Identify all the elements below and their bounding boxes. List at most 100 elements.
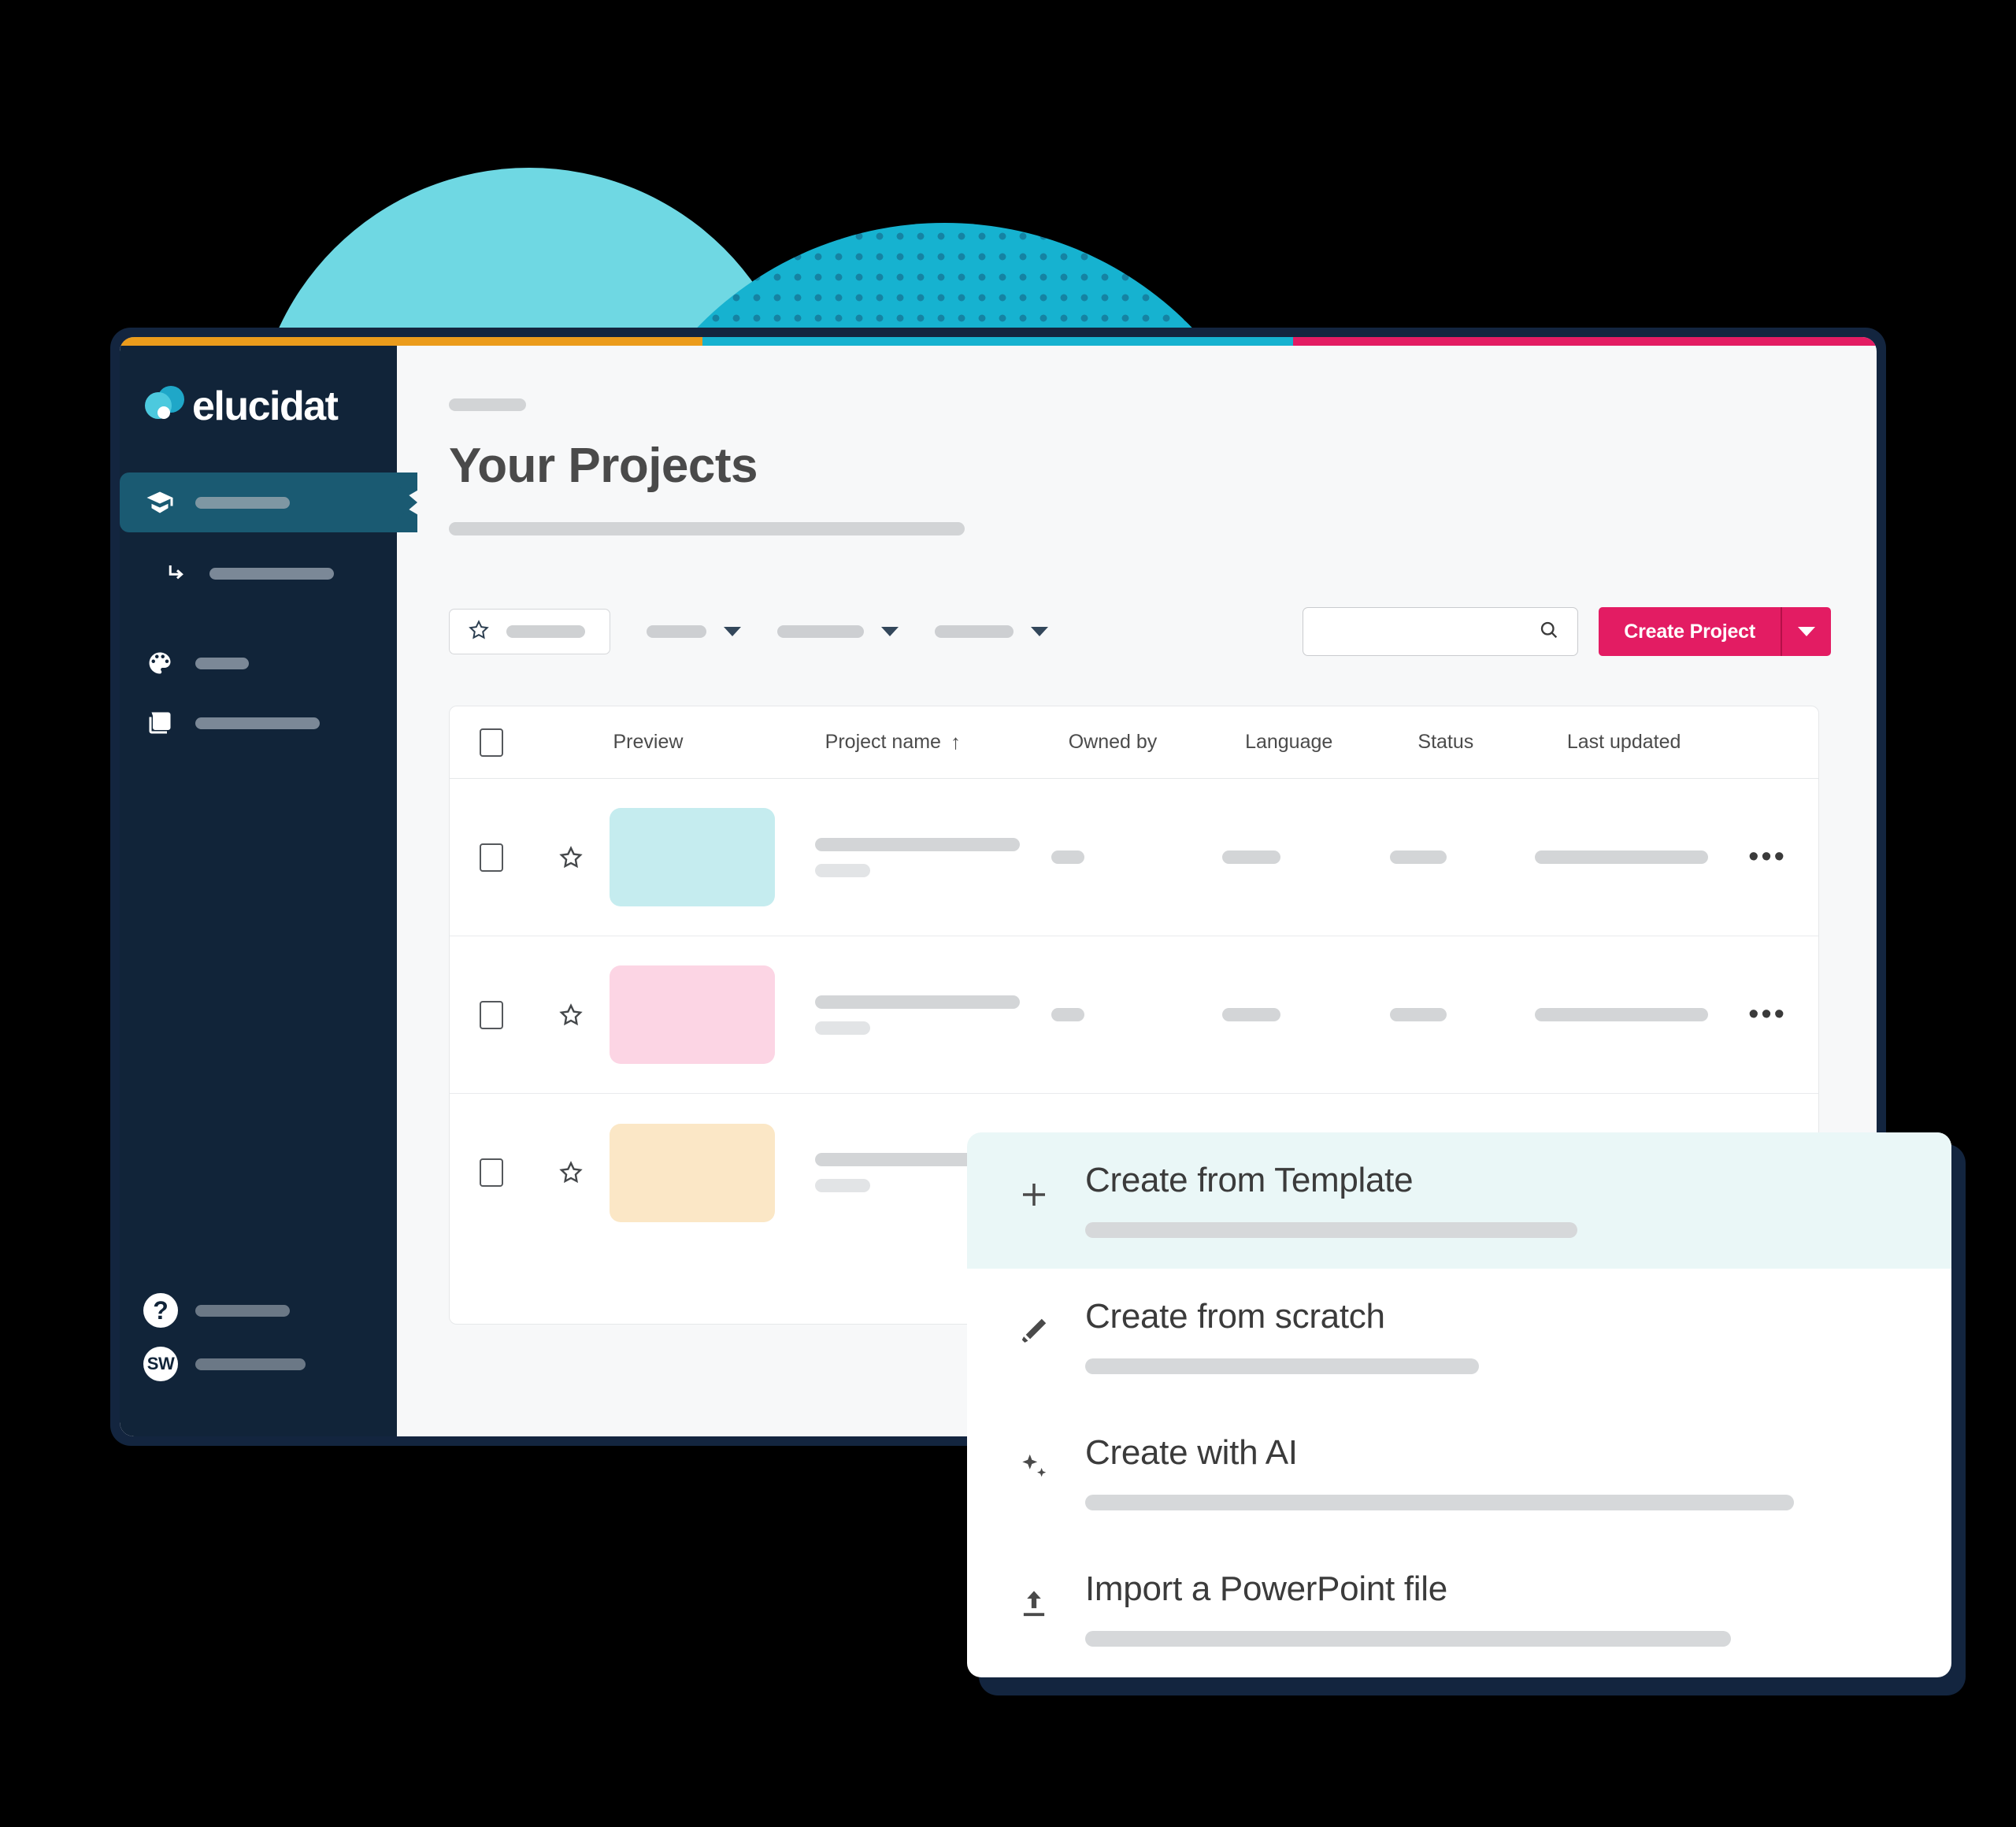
select-all-checkbox[interactable] [480, 728, 560, 757]
row-preview-cell [609, 808, 815, 906]
images-icon [145, 708, 175, 738]
sidebar-item-media-label [195, 717, 320, 729]
filter-dropdown-3-label [935, 625, 1014, 638]
create-menu-item-label: Create from scratch [1085, 1297, 1385, 1336]
row-thumbnail[interactable] [609, 808, 775, 906]
chevron-down-icon [881, 627, 899, 636]
breadcrumb [449, 398, 526, 411]
sidebar-item-sub-label [209, 567, 334, 580]
row-updated-cell [1535, 850, 1748, 864]
sidebar-item-help[interactable]: ? [120, 1284, 397, 1337]
top-accent-bar [120, 337, 1877, 346]
row-thumbnail[interactable] [609, 965, 775, 1064]
sidebar-item-projects-label [195, 496, 290, 509]
filter-dropdown-1[interactable] [647, 625, 741, 638]
accent-orange-segment [120, 337, 702, 346]
sidebar-item-themes[interactable] [120, 633, 397, 693]
row-language-placeholder [1222, 1008, 1281, 1021]
row-updated-placeholder [1535, 1008, 1709, 1021]
create-menu-item-label: Create with AI [1085, 1433, 1298, 1472]
sidebar-footer: ? SW [120, 1284, 397, 1391]
filter-dropdown-2-label [777, 625, 864, 638]
ellipsis-icon[interactable]: ••• [1748, 999, 1787, 1029]
ellipsis-icon[interactable]: ••• [1748, 842, 1787, 872]
sidebar-item-account[interactable]: SW [120, 1337, 397, 1391]
avatar: SW [143, 1347, 178, 1381]
row-preview-cell [609, 1123, 815, 1222]
table-row[interactable]: ••• [450, 936, 1818, 1094]
palette-icon [145, 648, 175, 678]
sidebar-item-account-label [195, 1358, 306, 1370]
sidebar-item-projects[interactable] [120, 472, 397, 532]
row-name-cell [814, 837, 1051, 877]
table-header-row: Preview Project name ↑ Owned by Language… [450, 706, 1818, 779]
brand-logo[interactable]: elucidat [120, 337, 397, 432]
create-menu-item-create-with-ai[interactable]: Create with AI [967, 1405, 1951, 1541]
column-header-language[interactable]: Language [1245, 731, 1418, 754]
row-favourite-toggle[interactable] [558, 1159, 610, 1186]
create-menu: Create from Template Create from scratch C… [967, 1132, 1951, 1677]
row-name-cell [814, 995, 1051, 1035]
row-status-placeholder [1390, 1008, 1447, 1021]
row-favourite-toggle[interactable] [558, 1002, 610, 1028]
row-checkbox[interactable] [480, 1000, 558, 1029]
accent-pink-segment [1293, 337, 1877, 346]
sidebar-nav [120, 472, 397, 753]
row-owner-placeholder [1051, 850, 1084, 864]
create-project-button-group: Create Project [1599, 607, 1831, 656]
column-header-project-name[interactable]: Project name ↑ [825, 730, 1069, 754]
row-language-placeholder [1222, 850, 1281, 864]
row-meta-placeholder [814, 1021, 870, 1035]
sidebar-item-help-label [195, 1304, 290, 1317]
create-project-dropdown-toggle[interactable] [1782, 607, 1831, 656]
column-header-owned-by[interactable]: Owned by [1069, 731, 1245, 754]
row-owner-cell [1051, 850, 1223, 864]
elucidat-bubbles-logo-icon [145, 386, 189, 427]
toolbar-right: Create Project [1303, 607, 1831, 656]
filter-dropdown-2[interactable] [777, 625, 899, 638]
row-checkbox[interactable] [480, 843, 558, 872]
column-header-last-updated[interactable]: Last updated [1567, 731, 1787, 754]
row-checkbox[interactable] [480, 1158, 558, 1187]
filter-dropdown-3[interactable] [935, 625, 1048, 638]
create-menu-item-create-from-scratch[interactable]: Create from scratch [967, 1269, 1951, 1405]
column-header-status[interactable]: Status [1418, 731, 1566, 754]
sidebar-item-media[interactable] [120, 693, 397, 753]
row-owner-cell [1051, 1008, 1223, 1021]
column-header-preview[interactable]: Preview [613, 731, 825, 754]
chevron-down-icon [1798, 627, 1815, 636]
sort-ascending-icon: ↑ [950, 730, 961, 754]
search-input[interactable] [1303, 607, 1579, 656]
row-language-cell [1222, 1008, 1390, 1021]
create-menu-item-label: Import a PowerPoint file [1085, 1569, 1447, 1608]
create-menu-item-description-placeholder [1085, 1358, 1479, 1375]
search-icon [1538, 619, 1560, 645]
row-favourite-toggle[interactable] [558, 844, 610, 871]
row-status-cell [1390, 850, 1535, 864]
sidebar: elucidat ? SW [120, 337, 397, 1436]
accent-teal-segment [702, 337, 1293, 346]
screenshot-stage: elucidat ? SW Your Projects Create Proje… [0, 0, 2016, 1827]
brand-name: elucidat [192, 384, 339, 429]
favourites-filter[interactable] [449, 609, 610, 654]
column-header-project-name-label: Project name [825, 731, 941, 753]
row-name-placeholder [814, 995, 1020, 1009]
chevron-down-icon [1031, 627, 1048, 636]
create-project-button[interactable]: Create Project [1599, 607, 1781, 656]
row-status-placeholder [1390, 850, 1447, 864]
row-owner-placeholder [1051, 1008, 1084, 1021]
row-name-placeholder [814, 837, 1020, 851]
create-menu-item-import-a-powerpoint-file[interactable]: Import a PowerPoint file [967, 1541, 1951, 1677]
row-meta-placeholder [814, 1179, 870, 1192]
magic-wand-icon [1016, 1313, 1052, 1349]
row-actions-cell: ••• [1748, 999, 1818, 1029]
table-row[interactable]: ••• [450, 779, 1818, 936]
help-icon: ? [143, 1293, 178, 1328]
create-menu-item-create-from-template[interactable]: Create from Template [967, 1132, 1951, 1269]
create-menu-item-description-placeholder [1085, 1631, 1731, 1647]
row-thumbnail[interactable] [609, 1123, 775, 1222]
toolbar: Create Project [449, 607, 1831, 656]
row-actions-cell: ••• [1748, 842, 1818, 872]
sidebar-item-sub[interactable] [120, 545, 397, 602]
